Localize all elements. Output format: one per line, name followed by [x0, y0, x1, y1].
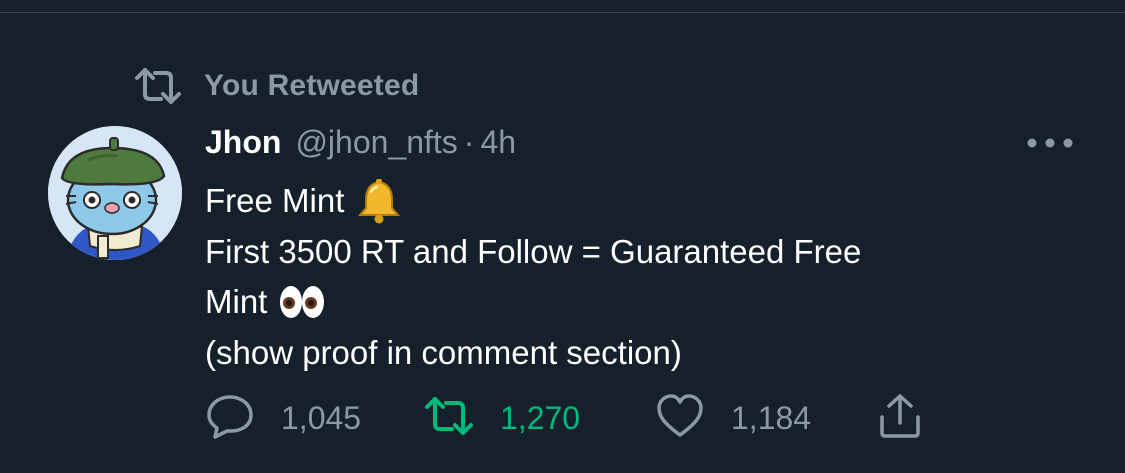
tweet-line-text: (show proof in comment section): [205, 333, 682, 371]
reply-button[interactable]: 1,045: [205, 392, 361, 444]
author-handle[interactable]: @jhon_nfts: [295, 124, 457, 161]
share-button[interactable]: [875, 392, 925, 444]
retweet-icon: [134, 66, 182, 106]
tweet-header: Jhon @jhon_nfts · 4h: [205, 124, 516, 170]
more-icon: [1026, 136, 1074, 154]
tweet-line-text: Free Mint: [205, 182, 345, 219]
tweet-actions: 1,045 1,270 1,184: [205, 392, 965, 444]
eyes-emoji: [277, 279, 327, 325]
timestamp[interactable]: 4h: [480, 124, 516, 161]
tweet-text: Free Mint First 3500 RT and Follow = Gua…: [205, 176, 1065, 378]
reply-count: 1,045: [281, 399, 362, 436]
tweet-line-text: Mint: [205, 283, 268, 320]
share-icon: [875, 393, 925, 444]
tweet-line-text: First 3500 RT and Follow = Guaranteed Fr…: [205, 232, 862, 270]
separator-dot: ·: [463, 124, 475, 160]
top-divider: [0, 12, 1125, 13]
retweet-context[interactable]: You Retweeted: [134, 64, 419, 108]
like-icon: [655, 393, 705, 444]
like-button[interactable]: 1,184: [655, 392, 811, 444]
retweet-context-label: You Retweeted: [204, 69, 420, 102]
retweet-button[interactable]: 1,270: [424, 392, 580, 444]
retweet-icon: [424, 393, 474, 444]
more-button[interactable]: [1026, 130, 1074, 160]
avatar[interactable]: [48, 126, 182, 260]
tweet-line: Free Mint: [205, 176, 1065, 227]
tweet-line: Mint: [205, 277, 1065, 328]
retweet-count: 1,270: [500, 399, 581, 436]
tweet-line: (show proof in comment section): [205, 328, 1065, 379]
author-name[interactable]: Jhon: [205, 124, 281, 161]
like-count: 1,184: [731, 399, 812, 436]
bell-emoji: [354, 178, 404, 224]
reply-icon: [205, 393, 255, 444]
tweet-line: First 3500 RT and Follow = Guaranteed Fr…: [205, 227, 1065, 278]
